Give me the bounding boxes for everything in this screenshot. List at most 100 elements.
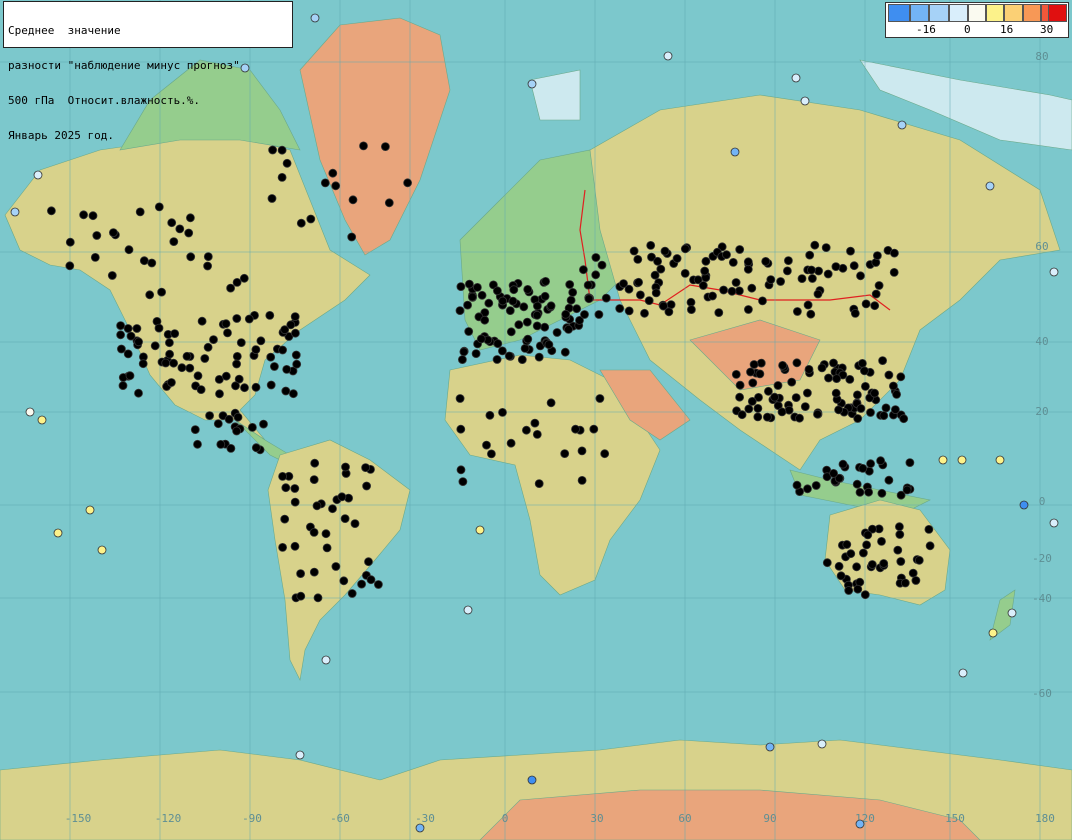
- station-marker: [331, 562, 341, 571]
- station-marker: [497, 346, 507, 356]
- station-marker: [493, 339, 503, 349]
- station-marker: [874, 281, 884, 290]
- station-marker: [309, 567, 319, 577]
- lon-label: 150: [945, 812, 965, 825]
- station-marker: [1007, 608, 1017, 618]
- station-marker: [565, 280, 575, 289]
- station-marker: [118, 381, 128, 391]
- station-marker: [458, 477, 468, 487]
- station-marker: [624, 306, 634, 316]
- station-marker: [477, 290, 487, 300]
- station-marker: [90, 252, 100, 262]
- lon-label: -60: [330, 812, 350, 825]
- station-marker: [37, 415, 47, 425]
- station-marker: [914, 555, 924, 565]
- station-marker: [251, 382, 261, 392]
- station-marker: [350, 519, 360, 528]
- station-marker: [766, 275, 776, 285]
- station-marker: [157, 287, 167, 297]
- station-marker: [145, 290, 155, 300]
- station-marker: [856, 404, 866, 413]
- station-marker: [359, 141, 368, 151]
- legend-tick: -16: [916, 23, 936, 36]
- station-marker: [185, 213, 195, 223]
- station-marker: [203, 261, 213, 271]
- station-marker: [498, 407, 507, 417]
- station-marker: [475, 525, 485, 535]
- station-marker: [814, 266, 823, 276]
- station-marker: [924, 525, 934, 534]
- legend-swatch: [986, 4, 1004, 22]
- station-marker: [184, 228, 194, 238]
- station-marker: [791, 393, 801, 403]
- station-marker: [871, 289, 881, 299]
- station-marker: [47, 206, 56, 216]
- station-marker: [197, 316, 207, 326]
- station-marker: [232, 351, 242, 361]
- station-marker: [866, 408, 875, 417]
- station-marker: [793, 307, 802, 316]
- station-marker: [698, 281, 708, 290]
- lat-label: 80: [1035, 50, 1048, 63]
- station-marker: [321, 655, 331, 665]
- legend-swatch: [1023, 4, 1041, 22]
- station-marker: [215, 389, 224, 399]
- station-marker: [126, 331, 136, 341]
- station-marker: [737, 410, 747, 420]
- title-line-3: 500 гПа Относит.влажность.%.: [8, 93, 201, 107]
- station-marker: [25, 407, 35, 417]
- station-marker: [247, 422, 257, 432]
- station-marker: [278, 345, 288, 355]
- station-marker: [520, 343, 530, 353]
- station-marker: [791, 73, 801, 83]
- station-marker: [895, 530, 905, 539]
- lat-label: 0: [1039, 495, 1046, 508]
- station-marker: [619, 279, 628, 289]
- station-marker: [870, 388, 879, 398]
- station-marker: [154, 202, 164, 212]
- station-marker: [177, 363, 187, 373]
- station-marker: [484, 298, 494, 308]
- lat-label: 60: [1035, 240, 1048, 253]
- station-marker: [290, 328, 300, 338]
- station-marker: [295, 750, 305, 760]
- lon-label: 0: [502, 812, 509, 825]
- station-marker: [656, 264, 666, 274]
- station-marker: [53, 528, 63, 538]
- station-marker: [92, 231, 102, 240]
- station-marker: [666, 300, 676, 310]
- station-marker: [988, 628, 998, 638]
- station-marker: [292, 359, 302, 369]
- station-marker: [175, 224, 185, 234]
- station-marker: [908, 568, 918, 578]
- station-marker: [925, 541, 935, 551]
- station-marker: [161, 358, 171, 368]
- station-marker: [735, 380, 745, 390]
- station-marker: [476, 334, 486, 344]
- station-marker: [708, 291, 717, 301]
- station-marker: [132, 324, 142, 333]
- station-marker: [266, 352, 276, 362]
- station-marker: [583, 280, 593, 290]
- station-marker: [728, 257, 738, 267]
- station-marker: [232, 277, 242, 287]
- lon-label: 60: [678, 812, 691, 825]
- station-marker: [714, 308, 724, 318]
- station-marker: [193, 371, 203, 381]
- station-marker: [486, 449, 496, 459]
- legend-swatch: [910, 4, 929, 22]
- station-marker: [117, 344, 126, 354]
- station-marker: [884, 475, 894, 485]
- lon-label: 180: [1035, 812, 1055, 825]
- station-marker: [290, 497, 300, 507]
- station-marker: [492, 286, 502, 296]
- station-marker: [800, 402, 810, 412]
- station-marker: [532, 310, 542, 320]
- station-marker: [534, 352, 544, 362]
- station-marker: [778, 360, 787, 370]
- lon-label: 90: [763, 812, 776, 825]
- station-marker: [167, 218, 177, 228]
- station-marker: [362, 481, 372, 491]
- station-marker: [831, 262, 841, 272]
- station-marker: [147, 258, 157, 268]
